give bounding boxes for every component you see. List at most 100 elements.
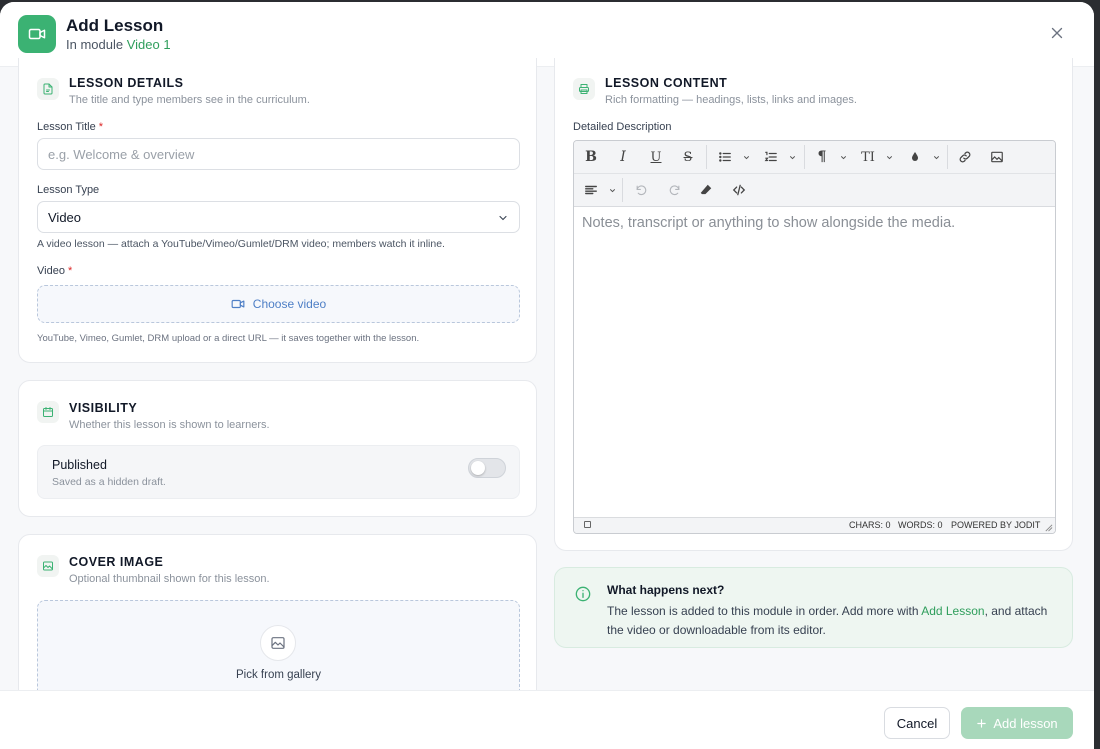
module-name: Video 1 — [126, 37, 171, 52]
toolbar-separator — [622, 178, 623, 202]
video-help: YouTube, Vimeo, Gumlet, DRM upload or a … — [37, 333, 420, 344]
chevron-down-icon — [840, 155, 846, 159]
required-mark: * — [98, 121, 104, 133]
undo-button[interactable] — [630, 179, 652, 201]
next-steps-title: What happens next? — [607, 583, 725, 597]
printer-icon — [573, 78, 595, 100]
toolbar-separator — [947, 145, 948, 169]
video-camera-icon — [18, 15, 56, 53]
rich-text-editor: B I U S ¶ TI Notes, transcript or anythi… — [573, 140, 1056, 534]
modal-footer: Cancel Add lesson — [0, 690, 1094, 749]
gallery-image-icon — [260, 625, 296, 661]
toolbar-row-divider — [574, 173, 1055, 174]
paragraph-dropdown[interactable] — [838, 146, 848, 168]
section-title: LESSON DETAILS — [69, 76, 184, 90]
image-button[interactable] — [986, 146, 1008, 168]
undo-icon — [636, 184, 646, 195]
image-icon — [991, 151, 1003, 163]
choose-video-button[interactable]: Choose video — [37, 285, 520, 323]
chars-count: CHARS: 0 — [849, 520, 891, 530]
close-button[interactable] — [1048, 24, 1066, 42]
align-dropdown[interactable] — [607, 179, 617, 201]
chevron-down-icon — [609, 188, 615, 192]
lesson-type-select[interactable]: Video — [37, 201, 520, 233]
editor-statusbar: CHARS: 0 WORDS: 0 POWERED BY JODIT — [574, 517, 1055, 533]
color-button[interactable] — [904, 146, 926, 168]
font-size-button[interactable]: TI — [857, 146, 879, 168]
published-help: Saved as a hidden draft. — [52, 476, 166, 488]
lesson-type-help: A video lesson — attach a YouTube/Vimeo/… — [37, 238, 445, 250]
align-button[interactable] — [580, 179, 602, 201]
color-dropdown[interactable] — [931, 146, 941, 168]
section-subtitle: The title and type members see in the cu… — [69, 94, 310, 106]
section-subtitle: Whether this lesson is shown to learners… — [69, 419, 270, 431]
published-toggle[interactable] — [468, 458, 506, 478]
numbered-list-button[interactable] — [760, 146, 782, 168]
link-button[interactable] — [954, 146, 976, 168]
add-lesson-modal: Add Lesson In module Video 1 LESSON DETA… — [0, 2, 1094, 749]
resize-handle-icon[interactable] — [1044, 523, 1053, 532]
published-row: Published Saved as a hidden draft. — [37, 445, 520, 499]
close-icon — [1051, 27, 1063, 39]
editor-toolbar: B I U S ¶ TI — [574, 141, 1055, 207]
subtitle-prefix: In module — [66, 37, 124, 52]
source-code-button[interactable] — [728, 179, 750, 201]
description-label: Detailed Description — [573, 121, 672, 133]
bullet-list-icon — [719, 152, 731, 162]
underline-button[interactable]: U — [645, 146, 667, 168]
paragraph-button[interactable]: ¶ — [811, 146, 833, 168]
powered-by: POWERED BY JODIT — [951, 520, 1041, 530]
section-title: VISIBILITY — [69, 401, 138, 415]
toggle-knob — [471, 461, 485, 475]
chevron-down-icon — [789, 155, 795, 159]
redo-button[interactable] — [663, 179, 685, 201]
words-count: WORDS: 0 — [898, 520, 943, 530]
numbered-list-dropdown[interactable] — [787, 146, 797, 168]
bullet-list-dropdown[interactable] — [741, 146, 751, 168]
info-icon — [575, 586, 591, 602]
strikethrough-button[interactable]: S — [677, 146, 699, 168]
lesson-title-input[interactable] — [37, 138, 520, 170]
choose-video-label: Choose video — [252, 297, 327, 311]
lesson-details-card: LESSON DETAILS The title and type member… — [18, 58, 537, 363]
numbered-list-icon — [764, 151, 777, 162]
section-subtitle: Optional thumbnail shown for this lesson… — [69, 573, 270, 585]
required-mark: * — [68, 265, 73, 277]
add-lesson-link[interactable]: Add Lesson — [921, 604, 984, 618]
toolbar-separator — [706, 145, 707, 169]
eraser-icon — [700, 184, 712, 195]
font-size-dropdown[interactable] — [884, 146, 894, 168]
visibility-card: VISIBILITY Whether this lesson is shown … — [18, 380, 537, 517]
choose-video-content: Choose video — [231, 297, 326, 311]
section-title: COVER IMAGE — [69, 555, 164, 569]
image-icon — [37, 555, 59, 577]
editor-content-area[interactable]: Notes, transcript or anything to show al… — [574, 207, 1055, 517]
next-text-before: The lesson is added to this module in or… — [607, 604, 922, 618]
toolbar-separator — [804, 145, 805, 169]
chevron-down-icon — [933, 155, 939, 159]
modal-subtitle: In module Video 1 — [66, 37, 171, 52]
add-lesson-label: Add lesson — [993, 715, 1058, 731]
eraser-button[interactable] — [695, 179, 717, 201]
label-text: Lesson Title — [37, 121, 96, 133]
video-label: Video * — [37, 265, 72, 277]
modal-title: Add Lesson — [66, 16, 164, 35]
published-label: Published — [52, 458, 107, 472]
bullet-list-button[interactable] — [714, 146, 736, 168]
lesson-type-label: Lesson Type — [37, 184, 100, 196]
redo-icon — [669, 184, 679, 195]
section-title: LESSON CONTENT — [605, 76, 728, 90]
document-icon — [37, 78, 59, 100]
next-steps-text: The lesson is added to this module in or… — [607, 602, 1052, 640]
add-lesson-button[interactable]: Add lesson — [961, 707, 1073, 739]
calendar-icon — [37, 401, 59, 423]
cancel-button[interactable]: Cancel — [884, 707, 950, 739]
video-camera-icon — [231, 299, 245, 309]
italic-button[interactable]: I — [612, 146, 634, 168]
plus-icon — [977, 718, 987, 728]
align-left-icon — [585, 185, 597, 195]
chevron-down-icon — [499, 215, 507, 221]
pick-from-gallery-label: Pick from gallery — [236, 669, 321, 681]
lesson-type-value: Video — [48, 209, 82, 225]
bold-button[interactable]: B — [580, 146, 602, 168]
